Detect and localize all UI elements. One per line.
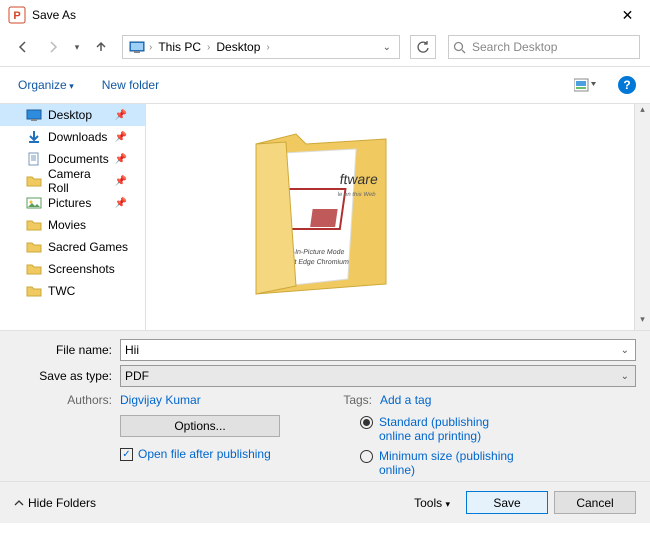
sidebar-item-desktop[interactable]: Desktop 📌 (0, 104, 145, 126)
folder-icon (26, 239, 42, 255)
sidebar-item-label: Desktop (48, 108, 92, 122)
breadcrumb[interactable]: › This PC › Desktop › ⌄ (122, 35, 400, 59)
radio-minimum-label: Minimum size (publishing online) (379, 449, 519, 477)
folder-icon (26, 217, 42, 233)
chevron-down-icon[interactable]: ⌄ (621, 345, 629, 356)
pin-icon: 📌 (115, 154, 127, 165)
crumb-current[interactable]: Desktop (210, 40, 266, 54)
forward-button[interactable] (40, 34, 66, 60)
content-scrollbar[interactable]: ▴ ▾ (634, 104, 650, 330)
options-button[interactable]: Options... (120, 415, 280, 437)
save-button[interactable]: Save (466, 491, 548, 514)
tags-value[interactable]: Add a tag (380, 393, 431, 407)
svg-text:re-In-Picture Mode: re-In-Picture Mode (286, 249, 345, 256)
help-button[interactable]: ? (618, 76, 636, 94)
sidebar-item-blank[interactable] (0, 302, 145, 324)
svg-text:P: P (13, 10, 20, 22)
back-button[interactable] (10, 34, 36, 60)
sidebar-item-downloads[interactable]: Downloads 📌 (0, 126, 145, 148)
cancel-button[interactable]: Cancel (554, 491, 636, 514)
sidebar-item-label: TWC (48, 284, 75, 298)
crumb-root[interactable]: This PC (152, 40, 207, 54)
sidebar-item-label: Downloads (48, 130, 107, 144)
search-input[interactable]: Search Desktop (448, 35, 640, 59)
sidebar[interactable]: Desktop 📌 Downloads 📌 Documents 📌 Camera Roll 📌… (0, 104, 146, 330)
pin-icon: 📌 (115, 132, 127, 143)
title-bar: P Save As ✕ (0, 0, 650, 30)
pin-icon: 📌 (115, 176, 127, 187)
pictures-icon (26, 195, 42, 211)
radio-standard-label: Standard (publishing online and printing… (379, 415, 519, 443)
savetype-label: Save as type: (14, 369, 120, 383)
tools-menu[interactable]: Tools ▾ (414, 496, 450, 510)
app-icon: P (8, 6, 26, 24)
radio-standard[interactable] (360, 416, 373, 429)
desktop-icon (26, 107, 42, 123)
sidebar-item-pictures[interactable]: Pictures 📌 (0, 192, 145, 214)
footer-panel: File name: Hii ⌄ Save as type: PDF ⌄ Aut… (0, 330, 650, 481)
close-button[interactable]: ✕ (605, 0, 650, 30)
hide-folders-button[interactable]: Hide Folders (14, 496, 96, 510)
recent-dropdown[interactable]: ▾ (70, 34, 84, 60)
folder-preview-icon: ftware le on this Web re-In-Picture Mode… (231, 114, 411, 309)
chevron-down-icon[interactable]: ⌄ (621, 371, 629, 382)
authors-value[interactable]: Digvijay Kumar (120, 393, 320, 407)
svg-text:le on this Web: le on this Web (337, 192, 376, 198)
sidebar-item-screenshots[interactable]: Screenshots (0, 258, 145, 280)
sidebar-item-label: Camera Roll (48, 167, 109, 195)
chevron-up-icon (14, 498, 24, 508)
folder-icon (26, 261, 42, 277)
new-folder-button[interactable]: New folder (102, 78, 159, 92)
sidebar-item-label: Screenshots (48, 262, 115, 276)
sidebar-item-label: Pictures (48, 196, 91, 210)
sidebar-item-twc[interactable]: TWC (0, 280, 145, 302)
breadcrumb-dropdown[interactable]: ⌄ (377, 42, 397, 53)
chevron-right-icon: › (266, 42, 269, 53)
toolbar: Organize New folder ? (0, 67, 650, 103)
authors-label: Authors: (14, 393, 120, 407)
sidebar-item-camera-roll[interactable]: Camera Roll 📌 (0, 170, 145, 192)
tags-label: Tags: (320, 393, 380, 407)
sidebar-item-movies[interactable]: Movies (0, 214, 145, 236)
folder-icon (26, 283, 42, 299)
savetype-select[interactable]: PDF ⌄ (120, 365, 636, 387)
refresh-button[interactable] (410, 35, 436, 59)
pin-icon: 📌 (115, 110, 127, 121)
pc-icon (129, 39, 145, 55)
radio-minimum[interactable] (360, 450, 373, 463)
sidebar-item-label: Movies (48, 218, 86, 232)
nav-row: ▾ › This PC › Desktop › ⌄ Search Desktop (0, 30, 650, 64)
action-bar: Hide Folders Tools ▾ Save Cancel (0, 481, 650, 523)
up-button[interactable] (88, 34, 114, 60)
view-options-button[interactable] (570, 74, 600, 96)
search-placeholder: Search Desktop (472, 40, 557, 54)
blank-icon (26, 305, 42, 321)
downloads-icon (26, 129, 42, 145)
open-after-label: Open file after publishing (138, 447, 271, 461)
content-pane[interactable]: ftware le on this Web re-In-Picture Mode… (146, 104, 650, 330)
folder-icon (26, 173, 42, 189)
pin-icon: 📌 (115, 198, 127, 209)
sidebar-item-sacred-games[interactable]: Sacred Games (0, 236, 145, 258)
documents-icon (26, 151, 42, 167)
open-after-checkbox[interactable]: ✓ (120, 448, 133, 461)
sidebar-item-label: Documents (48, 152, 109, 166)
svg-text:ftware: ftware (339, 171, 379, 187)
sidebar-item-label: Sacred Games (48, 240, 128, 254)
search-icon (453, 41, 466, 54)
organize-menu[interactable]: Organize (18, 78, 74, 92)
filename-input[interactable]: Hii ⌄ (120, 339, 636, 361)
filename-label: File name: (14, 343, 120, 357)
window-title: Save As (32, 8, 605, 22)
